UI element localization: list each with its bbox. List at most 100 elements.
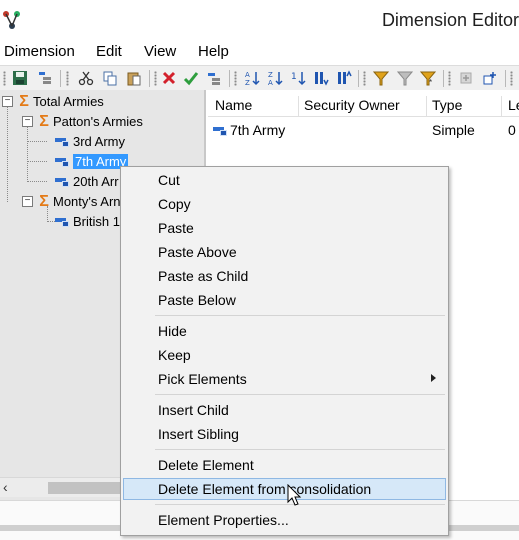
toolbar-separator: [443, 70, 444, 87]
scroll-left-icon[interactable]: ‹: [3, 479, 8, 495]
tree-item[interactable]: British 1: [55, 212, 120, 231]
insert-icon[interactable]: [457, 69, 475, 87]
element-icon: [55, 136, 70, 147]
cell-level: 0: [508, 122, 516, 138]
menu-item-copy[interactable]: Copy: [123, 193, 446, 215]
collapse-icon[interactable]: −: [2, 96, 13, 107]
menu-item-keep[interactable]: Keep: [123, 344, 446, 366]
element-icon: [55, 176, 70, 187]
collapse-icon[interactable]: −: [22, 116, 33, 127]
menu-item-label: Delete Element from consolidation: [158, 481, 372, 497]
sort-down-icon[interactable]: [312, 69, 330, 87]
tree-item-label: British 1: [73, 214, 120, 229]
filter-clear-icon[interactable]: [396, 69, 414, 87]
context-menu: Cut Copy Paste Paste Above Paste as Chil…: [120, 166, 449, 536]
menu-item-delete-from-consolidation[interactable]: Delete Element from consolidation: [123, 478, 446, 500]
svg-text:Z: Z: [268, 71, 273, 79]
menu-item-cut[interactable]: Cut: [123, 169, 446, 191]
menu-item-label: Insert Sibling: [158, 426, 239, 442]
toolbar-grip[interactable]: [448, 71, 451, 86]
menu-item-hide[interactable]: Hide: [123, 320, 446, 342]
column-header-security-owner[interactable]: Security Owner: [304, 97, 400, 113]
submenu-arrow-icon: [431, 374, 436, 382]
menu-item-paste-below[interactable]: Paste Below: [123, 289, 446, 311]
column-divider[interactable]: [501, 96, 502, 117]
grid-icon[interactable]: [36, 69, 54, 87]
filter-star-icon[interactable]: *: [419, 69, 437, 87]
menu-separator: [155, 449, 445, 450]
menu-separator: [155, 315, 445, 316]
menu-edit[interactable]: Edit: [96, 43, 122, 60]
column-header-name[interactable]: Name: [215, 97, 252, 113]
menu-item-delete-element[interactable]: Delete Element: [123, 454, 446, 476]
sort-az-icon[interactable]: AZ: [243, 69, 261, 87]
tree-item[interactable]: − Σ Patton's Armies: [22, 112, 143, 131]
menu-item-insert-child[interactable]: Insert Child: [123, 399, 446, 421]
toolbar-grip[interactable]: [510, 71, 513, 86]
column-divider[interactable]: [298, 96, 299, 117]
menu-item-label: Copy: [158, 196, 191, 212]
delete-icon[interactable]: [160, 69, 178, 87]
toolbar-separator: [229, 70, 230, 87]
filter-icon[interactable]: [372, 69, 390, 87]
menu-item-paste-above[interactable]: Paste Above: [123, 241, 446, 263]
tree-line: [7, 106, 8, 202]
tree-line: [27, 141, 47, 142]
menu-view[interactable]: View: [144, 43, 176, 60]
toolbar-grip[interactable]: [234, 71, 237, 86]
svg-text:Z: Z: [245, 79, 250, 86]
tree-item-selected[interactable]: 7th Army: [55, 152, 129, 171]
sort-up-icon[interactable]: [335, 69, 353, 87]
save-icon[interactable]: [11, 69, 29, 87]
sort-za-icon[interactable]: ZA: [266, 69, 284, 87]
grid-icon[interactable]: [205, 69, 223, 87]
tree-item-label: 20th Arr: [73, 174, 119, 189]
menu-dimension[interactable]: Dimension: [4, 43, 75, 60]
add-icon[interactable]: [481, 69, 499, 87]
svg-text:A: A: [268, 79, 273, 86]
toolbar-grip[interactable]: [66, 71, 69, 86]
column-header-type[interactable]: Type: [432, 97, 462, 113]
cut-icon[interactable]: [77, 69, 95, 87]
grid-header: Name Security Owner Type Le: [208, 94, 519, 117]
svg-text:1: 1: [291, 72, 297, 82]
element-icon: [55, 156, 70, 167]
menu-item-paste-as-child[interactable]: Paste as Child: [123, 265, 446, 287]
tree-line: [27, 126, 28, 182]
sort-hierarchy-icon[interactable]: 1: [289, 69, 307, 87]
menu-help[interactable]: Help: [198, 43, 229, 60]
menu-item-label: Insert Child: [158, 402, 229, 418]
scrollbar-thumb[interactable]: [48, 482, 128, 494]
paste-icon[interactable]: [125, 69, 143, 87]
check-icon[interactable]: [182, 69, 200, 87]
menu-item-label: Paste as Child: [158, 268, 249, 284]
tree-item[interactable]: − Σ Monty's Arn: [22, 192, 121, 211]
menu-item-pick-elements[interactable]: Pick Elements: [123, 368, 446, 390]
cell-name: 7th Army: [230, 122, 286, 138]
tree-item[interactable]: − Σ Total Armies: [2, 92, 104, 111]
menu-item-element-properties[interactable]: Element Properties...: [123, 509, 446, 531]
column-divider[interactable]: [426, 96, 427, 117]
copy-icon[interactable]: [101, 69, 119, 87]
collapse-icon[interactable]: −: [22, 196, 33, 207]
menu-item-insert-sibling[interactable]: Insert Sibling: [123, 423, 446, 445]
toolbar-separator: [505, 70, 506, 87]
tree-item-label: Total Armies: [33, 94, 104, 109]
tree-line: [27, 161, 47, 162]
menu-item-label: Keep: [158, 347, 191, 363]
tree-item-label: Monty's Arn: [53, 194, 121, 209]
tree-item[interactable]: 20th Arr: [55, 172, 119, 191]
toolbar-grip[interactable]: [154, 71, 157, 86]
menu-item-label: Pick Elements: [158, 371, 247, 387]
column-header-level[interactable]: Le: [508, 97, 519, 113]
tree-item-label: Patton's Armies: [53, 114, 143, 129]
toolbar-grip[interactable]: [363, 71, 366, 86]
table-row[interactable]: 7th Army Simple 0: [208, 120, 519, 140]
cell-type: Simple: [432, 122, 475, 138]
window-title: Dimension Editor: [381, 10, 519, 30]
element-icon: [55, 216, 70, 227]
tree-item[interactable]: 3rd Army: [55, 132, 125, 151]
svg-text:*: *: [429, 78, 432, 86]
menu-item-paste[interactable]: Paste: [123, 217, 446, 239]
toolbar-grip[interactable]: [3, 71, 6, 86]
